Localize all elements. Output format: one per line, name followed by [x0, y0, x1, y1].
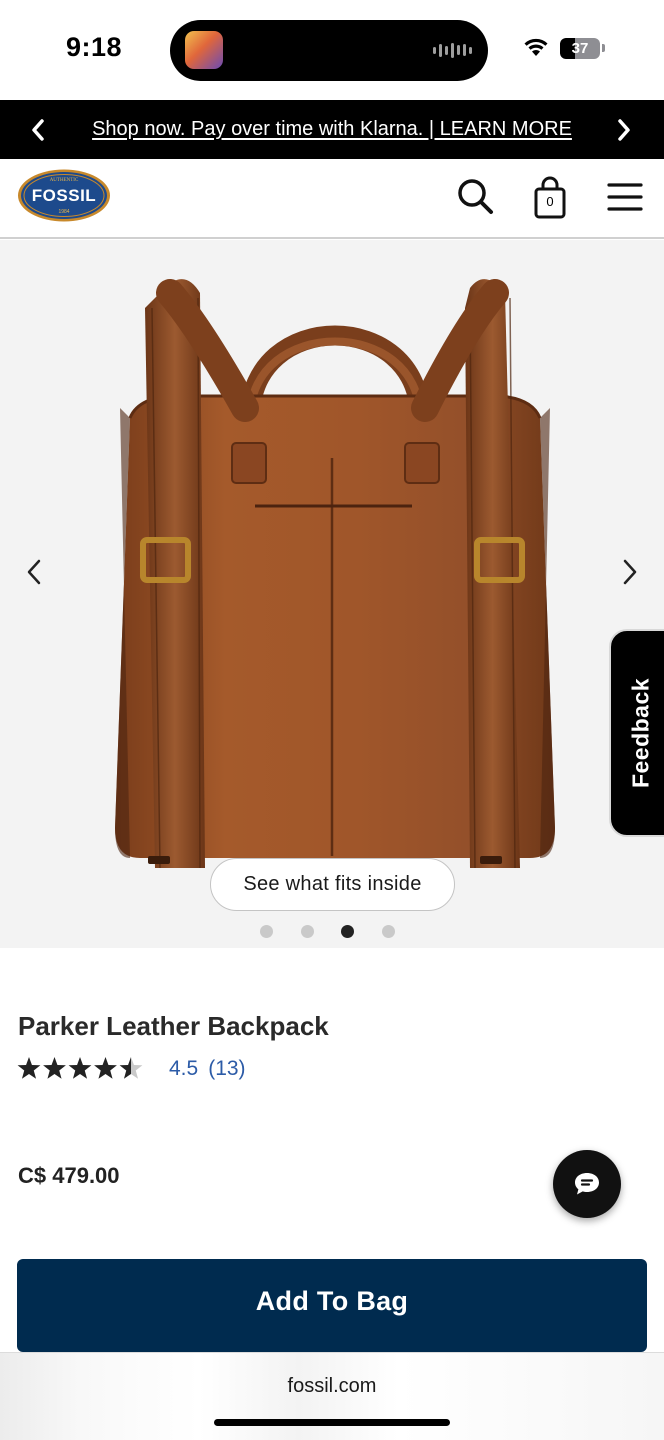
- search-icon: [458, 179, 493, 214]
- chat-bubble-icon: [575, 1173, 599, 1195]
- shopping-bag-button[interactable]: 0: [526, 173, 574, 221]
- wifi-icon: [524, 38, 548, 56]
- product-title: Parker Leather Backpack: [18, 1011, 329, 1041]
- home-indicator: [214, 1419, 450, 1426]
- chevron-left-icon: [27, 559, 41, 585]
- product-image-backpack[interactable]: [100, 268, 570, 868]
- gallery-next-button[interactable]: [610, 552, 650, 592]
- gallery-dot[interactable]: [381, 925, 395, 938]
- menu-button[interactable]: [601, 173, 649, 221]
- star-icon: [68, 1057, 92, 1079]
- now-playing-app-icon: [185, 31, 223, 69]
- fossil-logo[interactable]: AUTHENTIC FOSSIL 1984: [16, 168, 112, 223]
- star-rating-icon: [17, 1057, 143, 1079]
- add-to-bag-button[interactable]: Add To Bag: [17, 1259, 647, 1352]
- chevron-right-icon: [623, 559, 637, 585]
- star-icon: [119, 1057, 143, 1079]
- gallery-dot[interactable]: [300, 925, 314, 938]
- see-what-fits-inside-button[interactable]: See what fits inside: [210, 858, 455, 911]
- logo-top-text: AUTHENTIC: [50, 178, 79, 183]
- gallery-pagination-dots: [0, 925, 664, 939]
- gallery-prev-button[interactable]: [14, 552, 54, 592]
- status-time: 9:18: [66, 32, 123, 62]
- star-icon: [94, 1057, 117, 1079]
- logo-bottom-text: 1984: [58, 209, 69, 215]
- url-text[interactable]: fossil.com: [0, 1375, 664, 1398]
- product-image-gallery[interactable]: See what fits inside: [0, 240, 664, 948]
- dynamic-island[interactable]: [170, 20, 488, 81]
- bag-count: 0: [546, 194, 554, 209]
- product-price: C$ 479.00: [18, 1163, 120, 1188]
- feedback-label: Feedback: [627, 677, 654, 789]
- star-icon: [17, 1057, 41, 1079]
- promo-next-button[interactable]: [604, 110, 644, 150]
- chevron-right-icon: [618, 119, 630, 141]
- rating-value[interactable]: 4.5: [169, 1057, 198, 1081]
- audio-waveform-icon: [433, 42, 472, 58]
- promo-banner: Shop now. Pay over time with Klarna. | L…: [0, 100, 664, 159]
- logo-brand-text: FOSSIL: [32, 186, 96, 205]
- promo-klarna-link[interactable]: Shop now. Pay over time with Klarna. | L…: [0, 118, 664, 141]
- gallery-dot[interactable]: [260, 925, 273, 938]
- star-icon: [43, 1057, 66, 1079]
- gallery-dot[interactable]: [341, 925, 354, 938]
- battery-percentage: 37: [571, 40, 589, 57]
- site-header: AUTHENTIC FOSSIL 1984 0: [0, 159, 664, 239]
- hamburger-menu-icon: [607, 183, 643, 211]
- chat-button[interactable]: [553, 1150, 621, 1218]
- feedback-tab[interactable]: Feedback: [609, 629, 664, 837]
- review-count-link[interactable]: (13): [208, 1057, 245, 1081]
- search-button[interactable]: [452, 173, 500, 221]
- battery-cap: [602, 44, 605, 52]
- rating-row[interactable]: 4.5 (13): [17, 1054, 246, 1084]
- status-bar: 9:18 37: [0, 0, 664, 100]
- battery-icon: 37: [560, 38, 600, 59]
- browser-address-bar[interactable]: fossil.com: [0, 1352, 664, 1440]
